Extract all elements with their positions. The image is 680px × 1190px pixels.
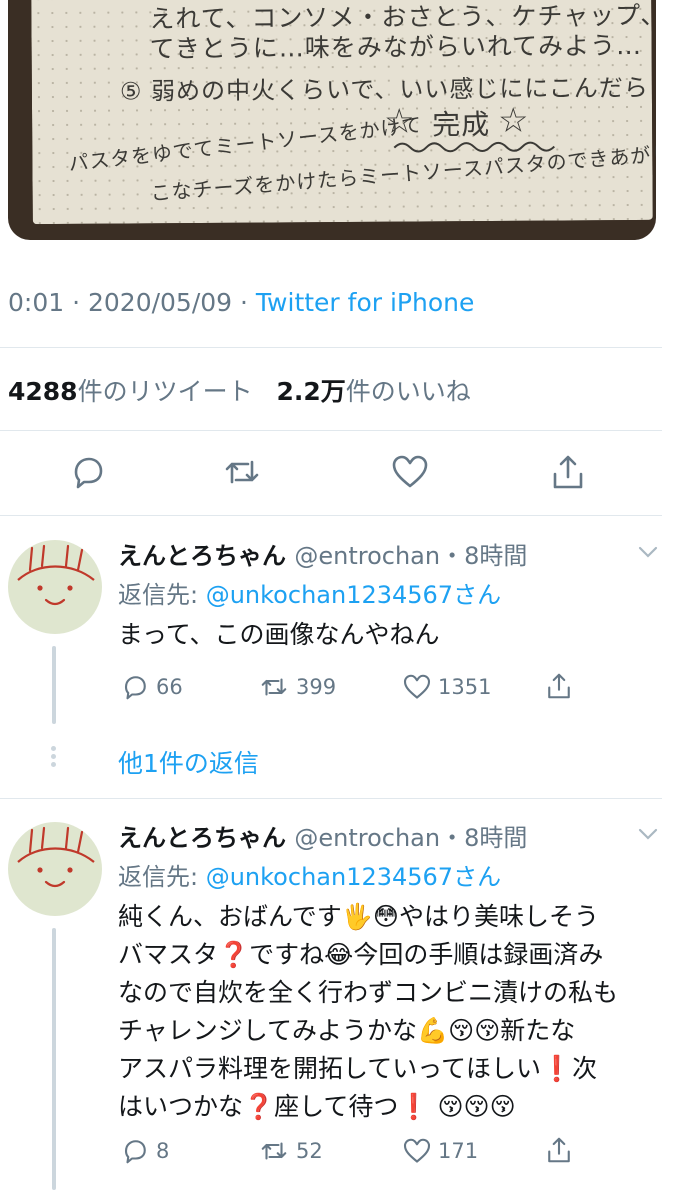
share-icon[interactable] xyxy=(544,670,574,702)
avatar[interactable] xyxy=(8,540,102,634)
recipe-line: てきとうに…味をみながらいれてみよう… xyxy=(149,30,643,64)
replying-to: 返信先: @unkochan1234567さん xyxy=(118,863,502,891)
retweet-icon xyxy=(261,1142,287,1160)
share-icon[interactable] xyxy=(544,1134,574,1166)
reply-author[interactable]: えんとろちゃん @entrochan・8時間 xyxy=(118,818,527,853)
likes-stat[interactable]: 2.2万件のいいね xyxy=(276,377,470,406)
meta-separator: · xyxy=(232,288,256,317)
retweet-action[interactable]: 52 xyxy=(258,1136,323,1166)
retweets-stat[interactable]: 4288件のリツイート xyxy=(8,377,253,406)
divider xyxy=(0,798,662,799)
divider xyxy=(0,347,662,348)
reply-text: 純くん、おばんです🖐😳やはり美味しそう バマスタ❓ですね😂今回の手順は録画済み … xyxy=(118,898,648,1126)
reply-text-line: チャレンジしてみようかな💪😚😚新たな xyxy=(118,1016,576,1045)
replying-to: 返信先: @unkochan1234567さん xyxy=(118,581,502,609)
tweet-photo[interactable]: えれて、コンソメ・おさとう、ケチャップ、ウスターソースを てきとうに…味をみなが… xyxy=(8,0,656,240)
tweet-date: 2020/05/09 xyxy=(87,288,233,317)
reply-time: ・8時間 xyxy=(440,542,528,570)
like-icon xyxy=(403,674,431,699)
reply-text-line: はいつかな❓座して待つ❗ 😚😚😚 xyxy=(118,1092,516,1121)
reply-text-line: アスパラ料理を開拓していってほしい❗次 xyxy=(118,1054,598,1083)
reply-text: まって、この画像なんやねん xyxy=(118,620,440,649)
retweet-icon xyxy=(261,678,287,696)
reply-author[interactable]: えんとろちゃん @entrochan・8時間 xyxy=(118,536,527,571)
reply-icon xyxy=(124,676,146,700)
mention-link[interactable]: @unkochan1234567さん xyxy=(206,863,501,891)
like-icon[interactable] xyxy=(390,452,430,492)
reply-text-line: なので自炊を全く行わずコンビニ漬けの私も xyxy=(118,978,619,1007)
divider xyxy=(0,515,662,516)
reply-icon[interactable] xyxy=(68,452,108,492)
tweet-source-link[interactable]: Twitter for iPhone xyxy=(256,288,474,317)
retweet-action[interactable]: 399 xyxy=(258,672,336,702)
like-icon xyxy=(403,1138,431,1163)
tweet-action-bar xyxy=(0,452,680,496)
chevron-down-icon[interactable] xyxy=(636,822,660,846)
reply-action[interactable]: 8 xyxy=(120,1136,169,1166)
tweet-meta: 0:01 · 2020/05/09 · Twitter for iPhone xyxy=(8,288,474,317)
reply-time: ・8時間 xyxy=(440,824,528,852)
tweet-time: 0:01 xyxy=(8,288,65,317)
reply-icon xyxy=(124,1140,146,1164)
reply-action[interactable]: 66 xyxy=(120,672,183,702)
thread-line xyxy=(52,928,56,1190)
bunny-face-icon xyxy=(17,826,95,888)
like-action[interactable]: 171 xyxy=(402,1136,478,1166)
thread-dots xyxy=(51,746,57,770)
share-icon[interactable] xyxy=(548,452,588,492)
reply-text-line: バマスタ❓ですね😂今回の手順は録画済み xyxy=(118,940,604,969)
recipe-paper: えれて、コンソメ・おさとう、ケチャップ、ウスターソースを てきとうに…味をみなが… xyxy=(31,0,656,225)
reply-handle: @entrochan xyxy=(294,824,441,852)
reply-text-line: 純くん、おばんです🖐😳やはり美味しそう xyxy=(118,902,599,931)
like-action[interactable]: 1351 xyxy=(402,672,491,702)
avatar[interactable] xyxy=(8,822,102,916)
meta-separator: · xyxy=(64,288,88,317)
reply-handle: @entrochan xyxy=(294,542,441,570)
retweet-icon[interactable] xyxy=(222,452,262,492)
star-doodle-icon: ☆ xyxy=(497,100,529,141)
bunny-face-icon xyxy=(17,544,95,606)
divider xyxy=(0,430,662,431)
thread-line xyxy=(52,646,56,724)
show-more-replies-link[interactable]: 他1件の返信 xyxy=(118,744,259,780)
mention-link[interactable]: @unkochan1234567さん xyxy=(206,581,501,609)
chevron-down-icon[interactable] xyxy=(636,540,660,564)
tweet-stats: 4288件のリツイート 2.2万件のいいね xyxy=(8,372,471,408)
